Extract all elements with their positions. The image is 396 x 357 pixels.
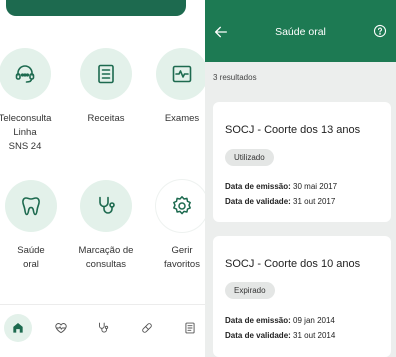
tile-circle xyxy=(156,48,205,100)
home-icon xyxy=(13,323,23,333)
emission-date: Data de emissão: 09 jan 2014 xyxy=(225,316,335,325)
voucher-card[interactable]: SOCJ - Coorte dos 10 anos Expirado Data … xyxy=(213,236,391,357)
tile-label: Gerir favoritos xyxy=(164,245,200,270)
nav-consultas[interactable] xyxy=(89,314,117,342)
app-bar: Saúde oral xyxy=(205,0,396,62)
heartbeat-icon xyxy=(55,323,67,334)
tile-circle xyxy=(80,180,132,232)
nav-home[interactable] xyxy=(4,314,32,342)
validity-date: Data de validade: 31 out 2014 xyxy=(225,331,335,340)
tile-circle xyxy=(80,48,132,100)
status-badge: Expirado xyxy=(225,282,275,299)
tile-exames[interactable]: Exames xyxy=(147,48,205,126)
results-count: 3 resultados xyxy=(213,73,257,82)
card-title: SOCJ - Coorte dos 13 anos xyxy=(225,124,361,136)
tile-label: Marcação de consultas xyxy=(78,245,134,270)
emission-value: 09 jan 2014 xyxy=(293,316,335,325)
bottom-nav-divider xyxy=(0,304,205,305)
document-icon xyxy=(185,322,195,334)
tile-receitas[interactable]: Receitas xyxy=(71,48,141,126)
stethoscope-icon xyxy=(99,196,115,214)
nav-medicacao[interactable] xyxy=(133,314,161,342)
tooth-icon xyxy=(22,197,40,216)
tile-circle xyxy=(5,180,57,232)
bottom-nav xyxy=(0,314,205,344)
nav-health[interactable] xyxy=(47,314,75,342)
validity-label: Data de validade: xyxy=(225,331,291,340)
help-icon[interactable] xyxy=(373,24,387,38)
emission-value: 30 mai 2017 xyxy=(293,182,338,191)
pill-icon xyxy=(142,323,152,333)
voucher-card[interactable]: SOCJ - Coorte dos 13 anos Utilizado Data… xyxy=(213,102,391,222)
validity-date: Data de validade: 31 out 2017 xyxy=(225,197,335,206)
headset-icon xyxy=(15,65,35,83)
emission-label: Data de emissão: xyxy=(225,182,291,191)
saude-oral-screen: Saúde oral 3 resultados SOCJ - Coorte do… xyxy=(205,0,396,357)
validity-label: Data de validade: xyxy=(225,197,291,206)
list-document-icon xyxy=(98,64,114,84)
tile-circle xyxy=(0,48,51,100)
tile-label: Receitas xyxy=(87,113,125,124)
tile-circle xyxy=(156,180,205,232)
tile-teleconsulta[interactable]: Teleconsulta Linha SNS 24 xyxy=(0,48,60,154)
emission-label: Data de emissão: xyxy=(225,316,291,325)
gear-icon xyxy=(173,196,191,215)
page-title: Saúde oral xyxy=(275,26,326,38)
tile-label: Exames xyxy=(164,113,200,124)
pulse-chart-icon xyxy=(172,65,192,83)
emission-date: Data de emissão: 30 mai 2017 xyxy=(225,182,337,191)
status-badge: Utilizado xyxy=(225,149,274,166)
tile-label: Teleconsulta Linha SNS 24 xyxy=(0,113,52,152)
home-screen: Teleconsulta Linha SNS 24 Receitas Exame… xyxy=(0,0,205,357)
nav-documentos[interactable] xyxy=(176,314,204,342)
validity-value: 31 out 2014 xyxy=(293,331,336,340)
validity-value: 31 out 2017 xyxy=(293,197,336,206)
stethoscope-icon xyxy=(99,322,109,333)
tile-gerir-favoritos[interactable]: Gerir favoritos xyxy=(147,180,205,272)
tile-saude-oral[interactable]: Saúde oral xyxy=(0,180,66,272)
tile-marcacao-consultas[interactable]: Marcação de consultas xyxy=(71,180,141,272)
top-banner xyxy=(6,0,186,16)
card-title: SOCJ - Coorte dos 10 anos xyxy=(225,258,361,270)
tile-label: Saúde oral xyxy=(17,245,45,270)
